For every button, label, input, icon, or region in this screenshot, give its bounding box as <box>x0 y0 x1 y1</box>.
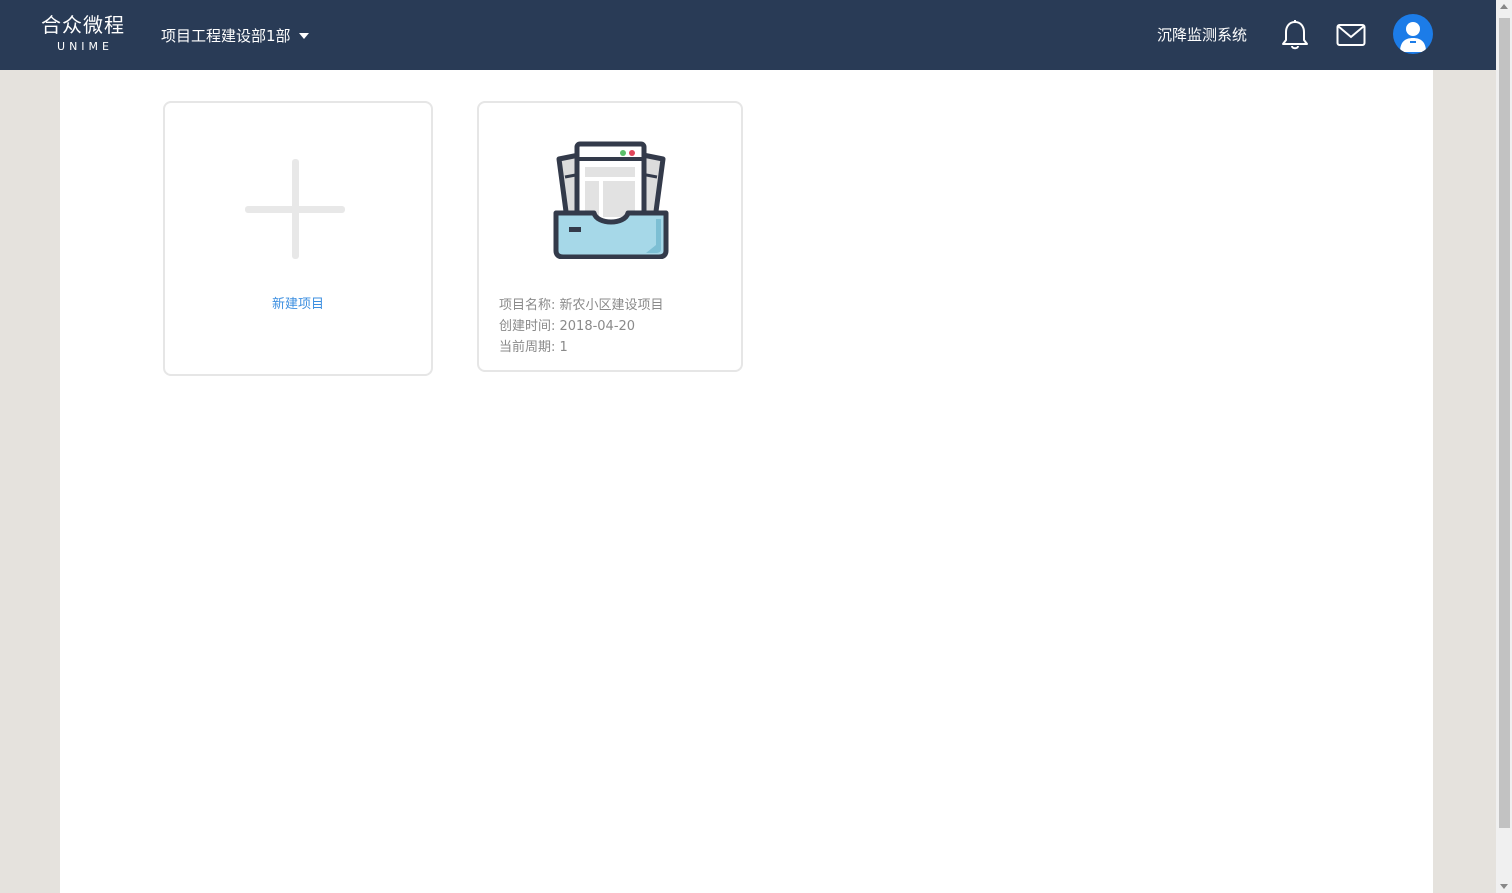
logo-english-text: UNIME <box>57 40 113 53</box>
new-project-card[interactable]: 新建项目 <box>163 101 433 376</box>
project-card[interactable]: 项目名称: 新农小区建设项目 创建时间: 2018-04-20 当前周期: 1 <box>477 101 743 372</box>
new-project-label: 新建项目 <box>271 297 324 312</box>
user-silhouette-icon <box>1400 22 1426 52</box>
department-selector-label: 项目工程建设部1部 <box>161 26 291 45</box>
project-info: 项目名称: 新农小区建设项目 创建时间: 2018-04-20 当前周期: 1 <box>499 295 664 358</box>
vertical-scrollbar[interactable] <box>1496 0 1512 893</box>
caret-down-icon <box>298 33 309 39</box>
brand-logo[interactable]: 合众微程 UNIME <box>37 12 129 54</box>
scrollbar-thumb[interactable] <box>1499 18 1510 828</box>
top-navigation-bar: 合众微程 UNIME 项目工程建设部1部 沉降监测系统 <box>0 0 1496 70</box>
settlement-system-link[interactable]: 沉降监测系统 <box>1157 24 1247 45</box>
department-selector[interactable]: 项目工程建设部1部 <box>161 22 309 48</box>
scroll-down-arrow-icon[interactable] <box>1500 884 1508 889</box>
plus-icon <box>245 159 347 261</box>
logo-chinese-text: 合众微程 <box>41 13 125 37</box>
project-list-area: 新建项目 项目名称: 新农小区建设项目 创建时间: 2018-04-20 当前周… <box>60 70 1433 893</box>
mail-icon[interactable] <box>1336 23 1366 47</box>
project-name-line: 项目名称: 新农小区建设项目 <box>499 298 664 313</box>
project-box-icon <box>553 141 669 259</box>
scroll-up-arrow-icon[interactable] <box>1500 4 1508 9</box>
bell-icon[interactable] <box>1281 19 1309 51</box>
user-avatar-icon[interactable] <box>1393 14 1433 54</box>
project-created-line: 创建时间: 2018-04-20 <box>499 319 636 334</box>
project-period-line: 当前周期: 1 <box>499 340 568 355</box>
